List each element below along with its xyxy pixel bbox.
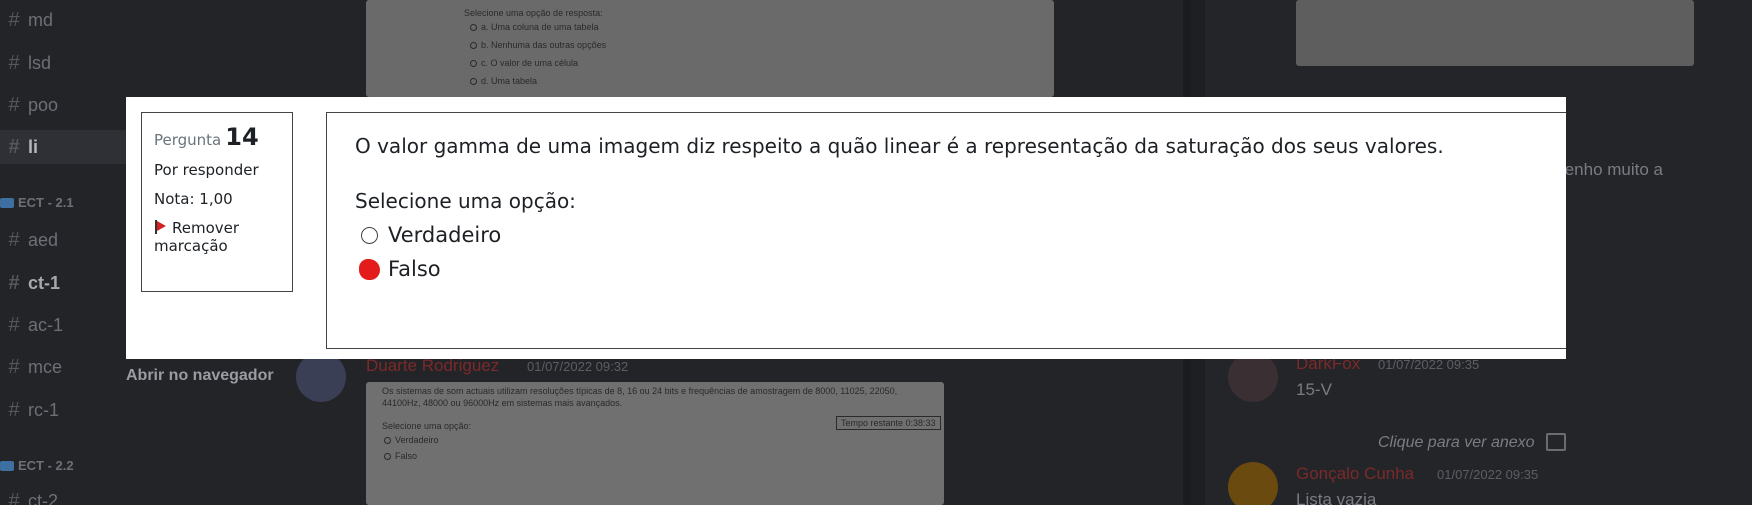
message-body: 15-V (1296, 380, 1332, 399)
channel-sidebar: # md # lsd # poo # li ECT - 2.1 # aed # ct-1 #… (0, 0, 126, 505)
message-timestamp: 01/07/2022 09:35 (1378, 357, 1480, 372)
laptop-icon (0, 197, 14, 208)
remove-flag-label: Remover marcação (154, 218, 240, 256)
channel-ct-2[interactable]: # ct-2 (0, 484, 126, 505)
channel-ct-1[interactable]: # ct-1 (0, 266, 126, 300)
shot-option: b. Nenhuma das outras opções (470, 40, 606, 50)
option-true[interactable]: Verdadeiro (355, 223, 1538, 247)
answer-prompt: Selecione uma opção: (355, 189, 576, 213)
hash-icon: # (8, 489, 20, 505)
hash-icon: # (8, 271, 20, 294)
question-info-box: Pergunta 14 Por responder Nota: 1,00 Remo… (141, 112, 293, 292)
hash-icon: # (8, 51, 20, 74)
question-status: Por responder (154, 161, 259, 179)
question-text: O valor gamma de uma imagem diz respeito… (355, 134, 1444, 158)
hash-icon: # (8, 8, 20, 31)
shot-question: Os sistemas de som actuais utilizam reso… (382, 386, 898, 408)
channel-mce[interactable]: # mce (0, 350, 126, 384)
shot-option: Verdadeiro (384, 435, 439, 445)
avatar[interactable] (1228, 462, 1278, 505)
avatar[interactable] (296, 352, 346, 402)
shot-option: d. Uma tabela (470, 76, 537, 86)
hash-icon: # (8, 398, 20, 421)
option-label: Falso (388, 257, 441, 281)
attached-image-top[interactable]: Selecione uma opção de resposta: a. Uma … (366, 0, 1054, 97)
shot-prompt: Selecione uma opção de resposta: (464, 8, 603, 18)
question-header: Pergunta 14 (154, 123, 280, 151)
message-timestamp: 01/07/2022 09:35 (1437, 467, 1539, 482)
channel-rc-1[interactable]: # rc-1 (0, 393, 126, 427)
open-in-browser-link[interactable]: Abrir no navegador (126, 367, 274, 385)
image-icon (1546, 433, 1566, 451)
question-content-box: O valor gamma de uma imagem diz respeito… (326, 112, 1566, 349)
channel-md[interactable]: # md (0, 3, 126, 37)
shot-option: Falso (384, 451, 417, 461)
hash-icon: # (8, 228, 20, 251)
attached-image-message[interactable]: Os sistemas de som actuais utilizam reso… (366, 382, 944, 505)
radio-button-selected[interactable] (359, 258, 380, 280)
shot-timer: Tempo restante 0:38:33 (836, 416, 941, 430)
question-label: Pergunta (154, 131, 222, 149)
message-author[interactable]: Duarte Rodriguez (366, 356, 499, 376)
question-grade: Nota: 1,00 (154, 189, 233, 208)
channel-lsd[interactable]: # lsd (0, 46, 126, 80)
option-label: Verdadeiro (388, 223, 502, 247)
quiz-question-card: Pergunta 14 Por responder Nota: 1,00 Remo… (126, 97, 1566, 359)
channel-li[interactable]: # li (0, 130, 126, 164)
option-false[interactable]: Falso (355, 257, 1538, 281)
message-body: Lista vazia (1296, 490, 1377, 505)
hash-icon: # (8, 313, 20, 336)
channel-ac-1[interactable]: # ac-1 (0, 308, 126, 342)
attached-image-right[interactable] (1296, 0, 1694, 66)
channel-aed[interactable]: # aed (0, 223, 126, 257)
message-author[interactable]: Gonçalo Cunha (1296, 464, 1414, 484)
category-ect-21[interactable]: ECT - 2.1 (0, 195, 74, 210)
hash-icon: # (8, 355, 20, 378)
message-snippet: tenho muito a (1560, 160, 1664, 179)
attachment-link[interactable]: Clique para ver anexo (1378, 434, 1535, 452)
shot-prompt: Selecione uma opção: (382, 421, 472, 431)
hash-icon: # (8, 93, 20, 116)
hash-icon: # (8, 135, 20, 158)
laptop-icon (0, 460, 14, 471)
flag-icon (154, 219, 166, 234)
channel-poo[interactable]: # poo (0, 88, 126, 122)
message-timestamp: 01/07/2022 09:32 (527, 359, 629, 374)
shot-option: a. Uma coluna de uma tabela (470, 22, 599, 32)
radio-button[interactable] (361, 226, 378, 244)
shot-option: c. O valor de uma célula (470, 58, 578, 68)
question-number: 14 (225, 123, 259, 151)
avatar[interactable] (1228, 352, 1278, 402)
remove-flag-link[interactable]: Remover marcação (154, 219, 280, 257)
category-ect-22[interactable]: ECT - 2.2 (0, 458, 74, 473)
